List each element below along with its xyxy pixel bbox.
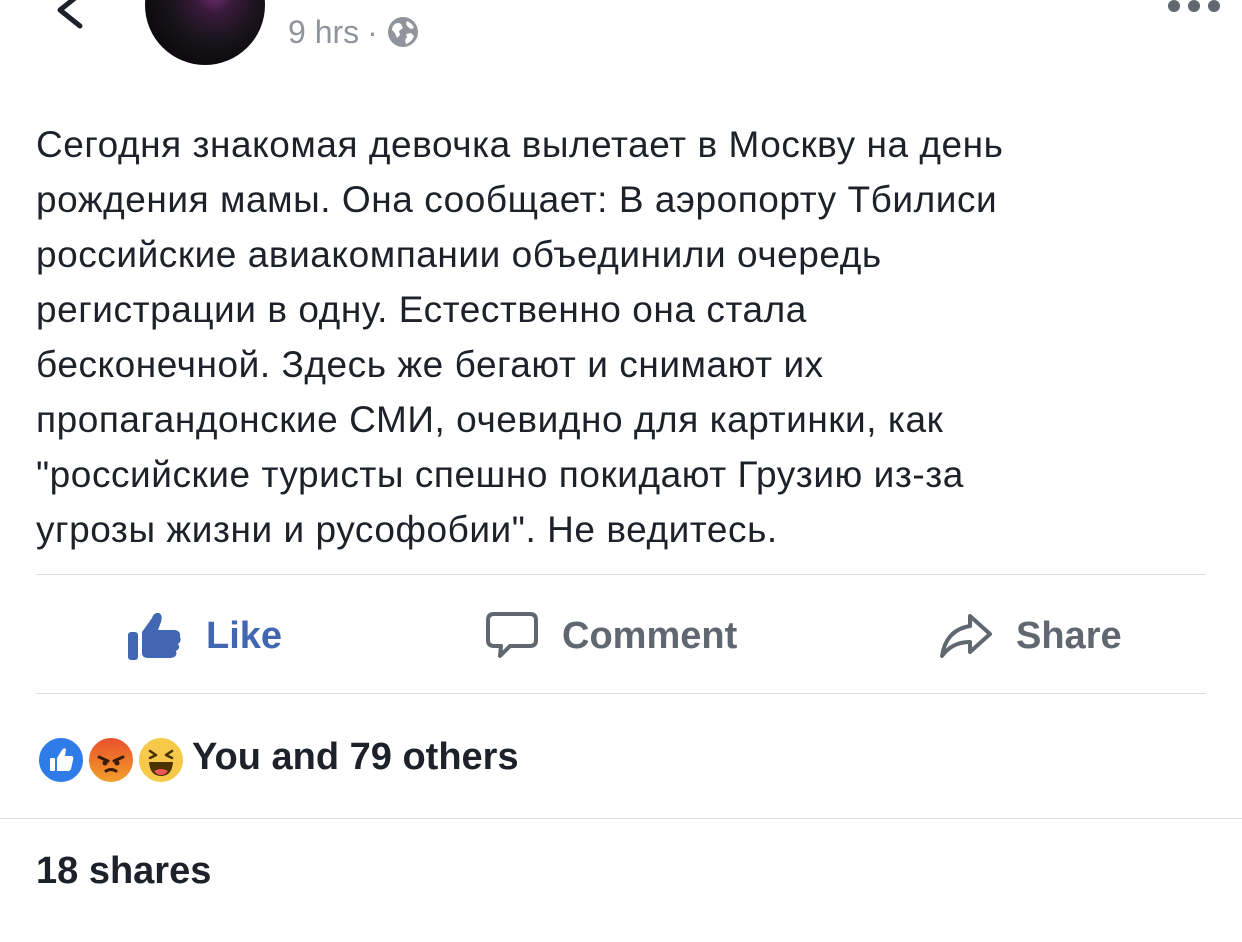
post-timestamp[interactable]: 9 hrs: [288, 14, 359, 51]
divider-section: [0, 818, 1242, 819]
share-button[interactable]: Share: [938, 578, 1122, 694]
reaction-count: You and 79 others: [192, 735, 519, 778]
globe-icon: [387, 17, 418, 47]
thumbs-up-icon: [128, 612, 181, 660]
angry-reaction-icon: [86, 735, 136, 785]
reaction-icons: [36, 729, 186, 785]
more-dots-icon: [1168, 0, 1220, 12]
share-label: Share: [1016, 614, 1122, 657]
chevron-left-icon: [57, 0, 83, 29]
avatar[interactable]: [145, 0, 265, 65]
post-text: Сегодня знакомая девочка вылетает в Моск…: [36, 124, 1004, 550]
meta-separator: ·: [367, 13, 378, 50]
back-button[interactable]: [46, 0, 96, 40]
comment-button[interactable]: Comment: [484, 578, 737, 694]
more-options-button[interactable]: [1164, 0, 1224, 22]
post-meta: 9 hrs ·: [288, 12, 420, 52]
haha-reaction-icon: [136, 735, 186, 785]
divider-top: [36, 574, 1206, 575]
divider-bottom: [36, 693, 1206, 694]
comment-bubble-icon: [486, 612, 538, 658]
like-label: Like: [206, 614, 283, 657]
like-button[interactable]: Like: [126, 578, 282, 694]
post-header: 9 hrs ·: [0, 0, 1242, 80]
reactions-summary[interactable]: You and 79 others: [36, 722, 519, 792]
action-bar: Like Comment Share: [36, 578, 1206, 694]
like-reaction-icon: [36, 735, 86, 785]
share-arrow-icon: [940, 614, 992, 658]
shares-count[interactable]: 18 shares: [36, 850, 211, 893]
comment-label: Comment: [562, 614, 738, 657]
